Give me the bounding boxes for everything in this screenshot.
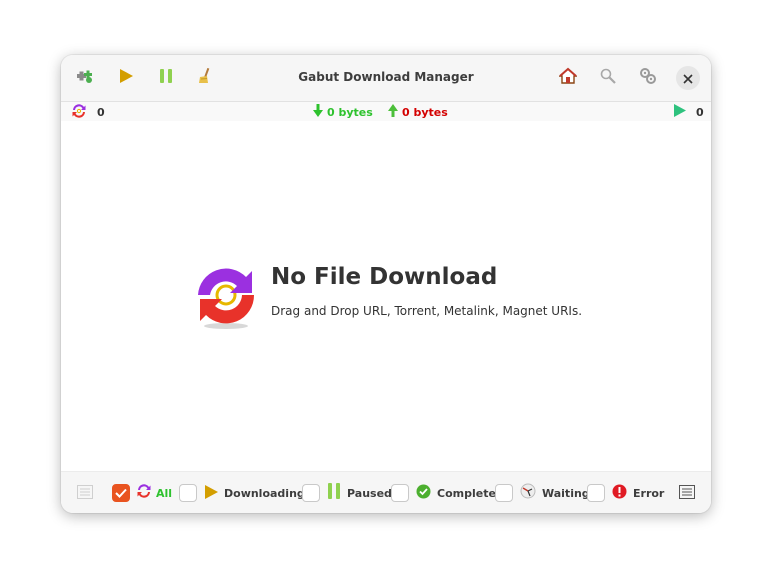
play-icon bbox=[673, 104, 686, 120]
window-title: Gabut Download Manager bbox=[298, 70, 474, 84]
search-button[interactable] bbox=[594, 64, 622, 92]
home-icon bbox=[558, 67, 578, 89]
sync-icon bbox=[71, 103, 87, 122]
filter-waiting-label: Waiting bbox=[542, 486, 590, 500]
arrow-up-icon bbox=[388, 104, 398, 120]
filter-bar: All Downloading Paused Complete Waiting … bbox=[61, 471, 711, 513]
broom-icon bbox=[197, 67, 213, 88]
add-download-button[interactable] bbox=[71, 64, 99, 92]
play-icon bbox=[118, 68, 134, 88]
pause-button[interactable] bbox=[152, 64, 180, 92]
error-icon bbox=[612, 484, 627, 503]
menu-button[interactable] bbox=[77, 483, 93, 503]
pause-icon bbox=[327, 483, 341, 503]
active-count-value: 0 bbox=[97, 106, 105, 119]
arrow-down-icon bbox=[313, 104, 323, 120]
filter-complete-label: Complete bbox=[437, 486, 496, 500]
clear-button[interactable] bbox=[191, 64, 219, 92]
filter-paused-checkbox[interactable] bbox=[302, 484, 320, 502]
filter-paused[interactable]: Paused bbox=[302, 483, 392, 503]
clock-icon bbox=[520, 483, 536, 503]
active-count: 0 bbox=[71, 103, 105, 122]
list-icon bbox=[679, 484, 695, 503]
start-button[interactable] bbox=[112, 64, 140, 92]
empty-state-title: No File Download bbox=[271, 264, 498, 290]
settings-icon bbox=[639, 67, 657, 89]
pause-icon bbox=[158, 68, 174, 88]
filter-waiting[interactable]: Waiting bbox=[495, 483, 590, 503]
settings-button[interactable] bbox=[634, 64, 662, 92]
filter-complete[interactable]: Complete bbox=[391, 483, 496, 503]
header-bar: Gabut Download Manager bbox=[61, 55, 711, 102]
filter-error-label: Error bbox=[633, 486, 665, 500]
close-icon bbox=[683, 69, 693, 88]
running-count: 0 bbox=[673, 104, 704, 120]
filter-error-checkbox[interactable] bbox=[587, 484, 605, 502]
download-speed-value: 0 bytes bbox=[327, 105, 373, 119]
sync-icon bbox=[136, 483, 152, 503]
filter-all-checkbox[interactable] bbox=[112, 484, 130, 502]
filter-downloading[interactable]: Downloading bbox=[179, 483, 305, 503]
filter-complete-checkbox[interactable] bbox=[391, 484, 409, 502]
empty-state-subtitle: Drag and Drop URL, Torrent, Metalink, Ma… bbox=[271, 304, 583, 318]
filter-all-label: All bbox=[156, 486, 173, 500]
play-icon bbox=[204, 484, 218, 503]
filter-waiting-checkbox[interactable] bbox=[495, 484, 513, 502]
filter-all[interactable]: All bbox=[112, 483, 172, 503]
upload-speed-value: 0 bytes bbox=[402, 105, 448, 119]
filter-downloading-checkbox[interactable] bbox=[179, 484, 197, 502]
add-download-icon bbox=[76, 67, 94, 89]
status-bar: 0 0 bytes 0 bytes 0 bbox=[61, 102, 711, 121]
running-count-value: 0 bbox=[696, 105, 704, 119]
filter-error[interactable]: Error bbox=[587, 483, 664, 503]
filter-paused-label: Paused bbox=[347, 486, 392, 500]
check-circle-icon bbox=[416, 484, 431, 503]
home-button[interactable] bbox=[554, 64, 582, 92]
download-list-area[interactable]: No File Download Drag and Drop URL, Torr… bbox=[61, 121, 711, 471]
app-window: Gabut Download Manager 0 0 bytes 0 bytes… bbox=[61, 55, 711, 513]
filter-downloading-label: Downloading bbox=[224, 486, 305, 500]
download-speed: 0 bytes bbox=[313, 104, 373, 120]
list-icon bbox=[77, 484, 93, 503]
view-button[interactable] bbox=[679, 483, 695, 503]
search-icon bbox=[600, 68, 616, 88]
upload-speed: 0 bytes bbox=[388, 104, 448, 120]
sync-logo-icon bbox=[194, 265, 258, 335]
close-button[interactable] bbox=[676, 66, 700, 90]
